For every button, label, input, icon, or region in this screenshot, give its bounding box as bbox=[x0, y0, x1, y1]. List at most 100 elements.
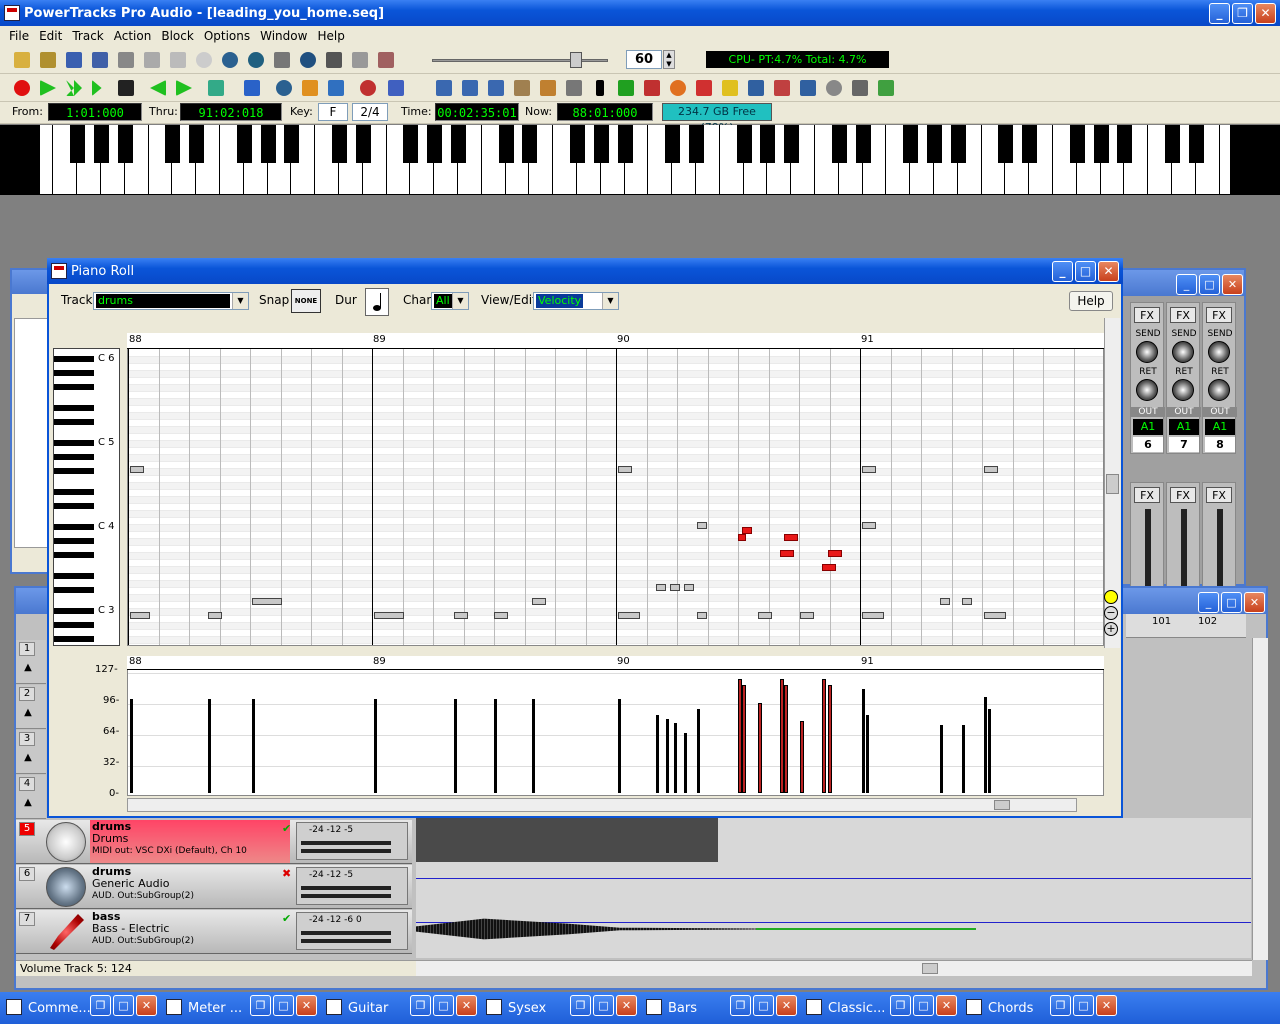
maximize-button[interactable]: □ bbox=[753, 995, 774, 1016]
piano-roll-black-key[interactable] bbox=[54, 489, 94, 495]
taskbar-item[interactable]: Guitar bbox=[322, 995, 412, 1021]
piano-roll-black-key[interactable] bbox=[54, 636, 94, 642]
midi-note[interactable] bbox=[130, 466, 144, 473]
black-key[interactable] bbox=[165, 125, 181, 163]
wave-icon[interactable] bbox=[774, 80, 790, 96]
velocity-bar[interactable] bbox=[800, 721, 804, 793]
black-key[interactable] bbox=[522, 125, 538, 163]
midi-note[interactable] bbox=[780, 550, 794, 557]
key-field[interactable]: F bbox=[318, 103, 348, 121]
taskbar-item[interactable]: Bars bbox=[642, 995, 732, 1021]
midi-note[interactable] bbox=[130, 612, 150, 619]
piano-roll-black-key[interactable] bbox=[54, 608, 94, 614]
black-key[interactable] bbox=[1069, 125, 1085, 163]
fx-button[interactable]: FX bbox=[1134, 487, 1160, 503]
restore-button[interactable]: ❐ bbox=[250, 995, 271, 1016]
track-row-7[interactable]: 7 bass Bass - Electric AUD. Out:SubGroup… bbox=[16, 910, 412, 954]
taskbar-item[interactable]: Sysex bbox=[482, 995, 572, 1021]
black-key[interactable] bbox=[1165, 125, 1180, 163]
velocity-bar[interactable] bbox=[940, 725, 943, 793]
black-key[interactable] bbox=[355, 125, 371, 163]
piano-roll-black-key[interactable] bbox=[54, 587, 94, 593]
black-key[interactable] bbox=[284, 125, 300, 163]
fx-button[interactable]: FX bbox=[1134, 307, 1160, 323]
velocity-bar[interactable] bbox=[656, 715, 659, 793]
track-number[interactable]: 5 bbox=[19, 822, 35, 836]
close-button[interactable]: ✕ bbox=[296, 995, 317, 1016]
zoom-fit-icon[interactable] bbox=[1104, 590, 1118, 604]
menu-help[interactable]: Help bbox=[312, 29, 349, 43]
tracks-hscroll[interactable] bbox=[416, 960, 1252, 976]
track-number[interactable]: 4 bbox=[19, 777, 35, 791]
tool-icon[interactable] bbox=[852, 80, 868, 96]
chevron-down-icon[interactable]: ▼ bbox=[452, 293, 468, 309]
note-grid[interactable] bbox=[127, 333, 1104, 646]
output-select[interactable]: A1 bbox=[1169, 419, 1199, 435]
black-key[interactable] bbox=[451, 125, 466, 163]
restore-button[interactable]: ❐ bbox=[890, 995, 911, 1016]
guitar-icon[interactable] bbox=[514, 80, 530, 96]
track-output[interactable]: MIDI out: VSC DXi (Default), Ch 10 bbox=[92, 845, 288, 857]
velocity-bar[interactable] bbox=[984, 697, 987, 793]
stop-icon[interactable] bbox=[118, 80, 134, 96]
mixer-maximize-button[interactable]: □ bbox=[1199, 274, 1220, 295]
play-icon[interactable] bbox=[40, 80, 56, 96]
velocity-bar[interactable] bbox=[866, 715, 869, 793]
lyrics-icon[interactable] bbox=[722, 80, 738, 96]
menu-file[interactable]: File bbox=[4, 29, 34, 43]
send-knob[interactable] bbox=[1208, 341, 1230, 363]
close-button[interactable]: ✕ bbox=[1096, 995, 1117, 1016]
maximize-button[interactable]: □ bbox=[433, 995, 454, 1016]
fast-forward-icon[interactable] bbox=[92, 80, 102, 96]
track-output[interactable]: AUD. Out:SubGroup(2) bbox=[92, 890, 288, 902]
fx-button[interactable]: FX bbox=[1170, 307, 1196, 323]
output-select[interactable]: A1 bbox=[1133, 419, 1163, 435]
channel-select[interactable]: All ▼ bbox=[431, 292, 469, 310]
midi-out-icon[interactable] bbox=[878, 80, 894, 96]
bar-ruler[interactable]: 88 89 90 91 bbox=[127, 333, 1104, 349]
windows-icon[interactable] bbox=[388, 80, 404, 96]
help-button[interactable]: Help bbox=[1069, 291, 1113, 311]
enabled-check-icon[interactable]: ✔ bbox=[282, 912, 291, 925]
menu-action[interactable]: Action bbox=[109, 29, 157, 43]
black-key[interactable] bbox=[403, 125, 419, 163]
velocity-bar[interactable] bbox=[494, 699, 497, 793]
track-row-header[interactable]: 2 ▲ bbox=[16, 685, 46, 729]
black-key[interactable] bbox=[736, 125, 752, 163]
track-number[interactable]: 2 bbox=[19, 687, 35, 701]
download-icon[interactable] bbox=[644, 80, 660, 96]
midi-note[interactable] bbox=[656, 584, 666, 591]
black-key[interactable] bbox=[998, 125, 1014, 163]
save-as-icon[interactable] bbox=[92, 52, 108, 68]
note-icon[interactable] bbox=[596, 80, 604, 96]
piano-roll-black-key[interactable] bbox=[54, 524, 94, 530]
piano-roll-minimize-button[interactable]: _ bbox=[1052, 261, 1073, 282]
tracks-vscroll[interactable] bbox=[1252, 638, 1268, 960]
enabled-check-icon[interactable]: ✔ bbox=[282, 822, 291, 835]
arm-arrow-icon[interactable]: ▲ bbox=[20, 662, 36, 676]
midi-note[interactable] bbox=[252, 598, 282, 605]
timeline-ruler[interactable]: 101 102 bbox=[1126, 614, 1246, 638]
b-icon[interactable] bbox=[462, 80, 478, 96]
tempo-field[interactable]: 60 bbox=[626, 50, 662, 69]
mixer-minimize-button[interactable]: _ bbox=[1176, 274, 1197, 295]
forward-icon[interactable] bbox=[176, 80, 192, 96]
piano-roll-close-button[interactable]: ✕ bbox=[1098, 261, 1119, 282]
piano-roll-black-key[interactable] bbox=[54, 405, 94, 411]
midi-note[interactable] bbox=[454, 612, 468, 619]
velocity-bar[interactable] bbox=[532, 699, 535, 793]
midi-note[interactable] bbox=[618, 612, 640, 619]
black-key[interactable] bbox=[617, 125, 633, 163]
velocity-bar[interactable] bbox=[454, 699, 457, 793]
close-button[interactable]: ✕ bbox=[616, 995, 637, 1016]
paste-icon[interactable] bbox=[170, 52, 186, 68]
send-knob[interactable] bbox=[1172, 341, 1194, 363]
velocity-bar[interactable] bbox=[784, 685, 788, 793]
black-key[interactable] bbox=[332, 125, 347, 163]
black-key[interactable] bbox=[117, 125, 133, 163]
return-knob[interactable] bbox=[1208, 379, 1230, 401]
midi-note[interactable] bbox=[697, 522, 707, 529]
midi-note[interactable] bbox=[984, 612, 1006, 619]
piano-roll-black-key[interactable] bbox=[54, 356, 94, 362]
black-key[interactable] bbox=[665, 125, 681, 163]
